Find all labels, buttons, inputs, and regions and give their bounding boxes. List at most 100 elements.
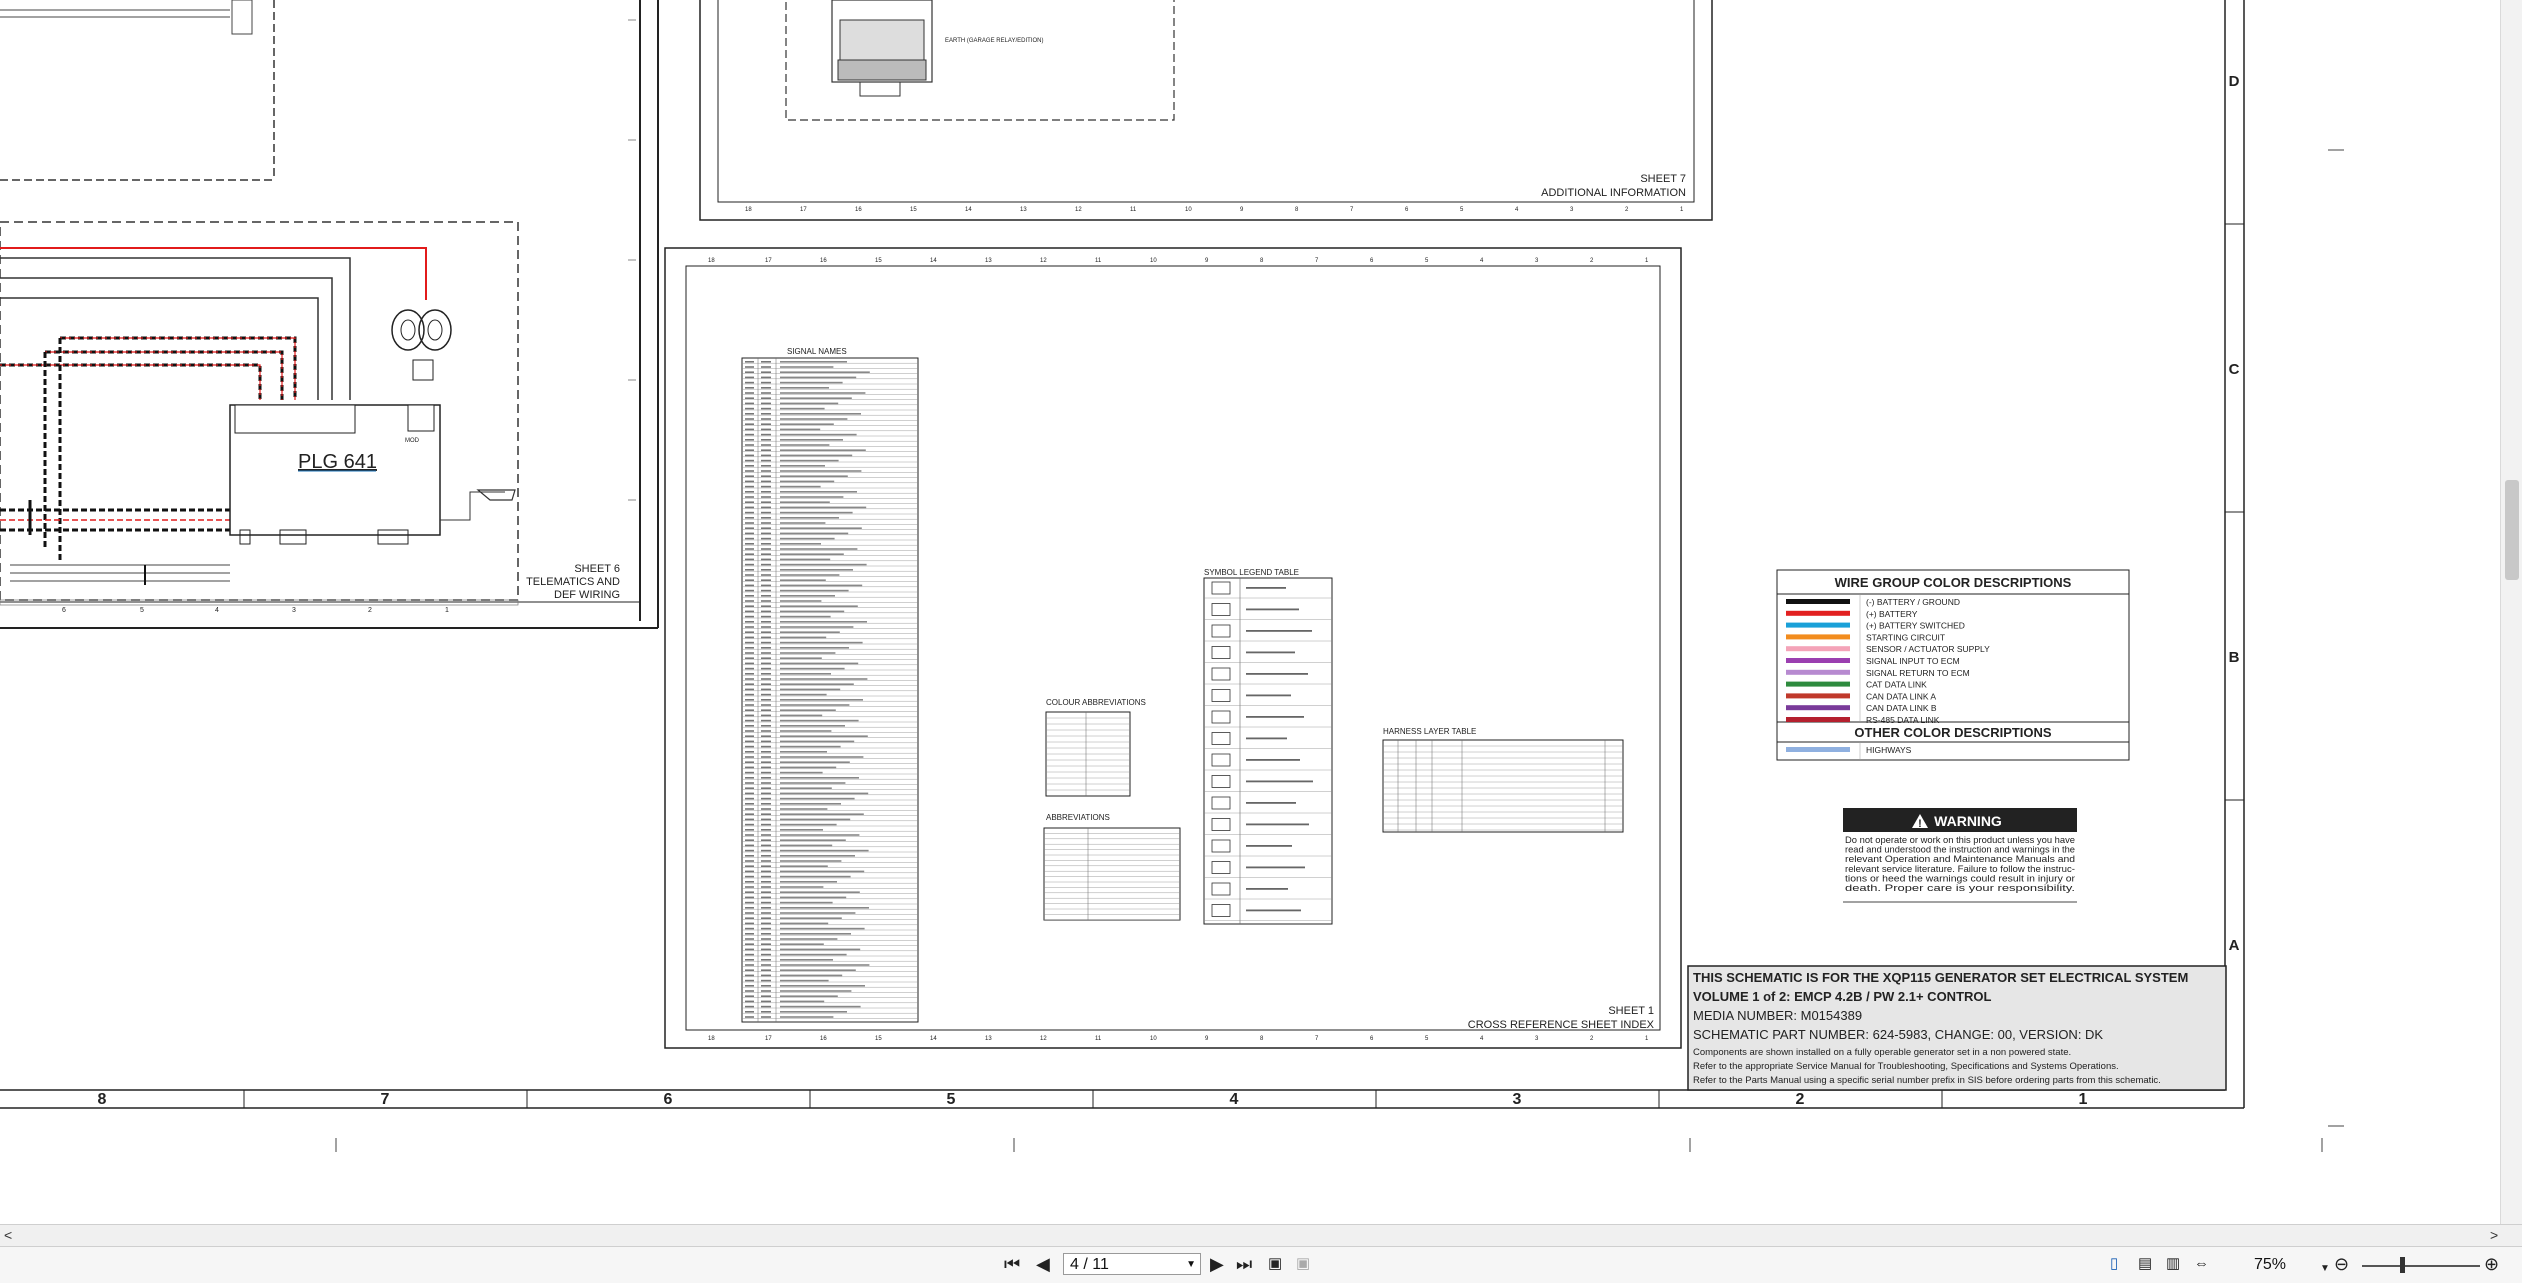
page-number-input[interactable]: 4 / 11 ▼ [1063, 1253, 1201, 1275]
svg-text:1: 1 [1645, 1036, 1649, 1042]
wire-group-title: WIRE GROUP COLOR DESCRIPTIONS [1835, 575, 2072, 590]
grid-column-label: 1 [2079, 1091, 2088, 1108]
svg-text:!: ! [1918, 818, 1922, 830]
wire-color-swatch [1786, 717, 1850, 722]
svg-text:10: 10 [1185, 207, 1192, 213]
svg-text:14: 14 [930, 1036, 937, 1042]
sheet-7-title: ADDITIONAL INFORMATION [1541, 187, 1686, 199]
vertical-scrollbar[interactable] [2500, 0, 2522, 1224]
zoom-dropdown-icon[interactable]: ▼ [2320, 1259, 2330, 1279]
grid-row-label: A [2229, 937, 2240, 954]
scroll-left-button[interactable]: < [4, 1227, 12, 1243]
wire-color-swatch [1786, 646, 1850, 652]
wire-color-label: SIGNAL INPUT TO ECM [1866, 656, 1960, 666]
scroll-right-button[interactable]: > [2490, 1227, 2498, 1243]
grid-row-label: C [2229, 361, 2240, 378]
svg-text:16: 16 [855, 207, 862, 213]
svg-text:9: 9 [1205, 1036, 1209, 1042]
plg-small-label: MOD [405, 438, 420, 444]
zoom-slider-thumb[interactable] [2400, 1257, 2405, 1273]
svg-text:2: 2 [368, 607, 372, 614]
first-page-button[interactable]: ⏮ [1004, 1254, 1020, 1274]
svg-text:3: 3 [1535, 1036, 1539, 1042]
wire-color-swatch [1786, 610, 1850, 616]
wire-color-swatch [1786, 705, 1850, 711]
horizontal-scrollbar[interactable]: < > [0, 1224, 2522, 1248]
warning-text-line: death. Proper care is your responsibilit… [1845, 883, 2075, 893]
svg-text:3: 3 [292, 607, 296, 614]
abbreviations-title: ABBREVIATIONS [1046, 813, 1110, 822]
plg-641-link[interactable]: PLG 641 [298, 451, 377, 473]
svg-text:3: 3 [1570, 207, 1574, 213]
other-color-label: HIGHWAYS [1866, 745, 1912, 755]
warning-text-line: read and understood the instruction and … [1845, 845, 2075, 855]
svg-text:8: 8 [1295, 207, 1299, 213]
title-line3: MEDIA NUMBER: M0154389 [1693, 1008, 1862, 1023]
wire-color-label: STARTING CIRCUIT [1866, 632, 1945, 642]
sheet-6-number: SHEET 6 [574, 563, 620, 575]
grid-row-label: B [2229, 649, 2240, 666]
svg-text:2: 2 [1590, 258, 1594, 264]
sheet-6-title-line1: TELEMATICS AND [526, 576, 620, 588]
zoom-slider[interactable] [2362, 1265, 2480, 1267]
sheet-1-panel: 18 17 16 15 14 13 12 11 10 987 654 321 18 17 16 … [664, 247, 1682, 1049]
svg-text:17: 17 [800, 207, 807, 213]
svg-text:10: 10 [1150, 1036, 1157, 1042]
svg-text:6: 6 [1405, 207, 1409, 213]
svg-text:15: 15 [875, 258, 882, 264]
title-note2: Refer to the appropriate Service Manual … [1693, 1061, 2119, 1072]
title-line1: THIS SCHEMATIC IS FOR THE XQP115 GENERAT… [1693, 970, 2188, 985]
chevron-down-icon[interactable]: ▼ [1186, 1254, 1196, 1276]
zoom-out-icon[interactable]: ⊖ [2334, 1254, 2349, 1274]
symbol-legend-table [1203, 577, 1333, 925]
zoom-level[interactable]: 75% [2254, 1256, 2286, 1274]
continuous-icon[interactable]: ▣ [1296, 1254, 1310, 1274]
svg-text:3: 3 [1535, 258, 1539, 264]
symbol-legend-title: SYMBOL LEGEND TABLE [1204, 568, 1299, 577]
svg-text:17: 17 [765, 258, 772, 264]
grid-row-label: D [2229, 73, 2240, 90]
continuous-view-icon[interactable]: ▤ [2138, 1254, 2152, 1274]
wire-color-label: CAN DATA LINK B [1866, 703, 1937, 713]
wire-color-swatch [1786, 622, 1850, 628]
sheet-1-number: SHEET 1 [1608, 1005, 1654, 1017]
wire-color-swatch [1786, 681, 1850, 687]
wire-color-swatch [1786, 599, 1850, 604]
svg-text:9: 9 [1240, 207, 1244, 213]
svg-text:8: 8 [1260, 1036, 1264, 1042]
svg-text:6: 6 [1370, 258, 1374, 264]
schematic-canvas: MOD 6 5 4 3 2 1 EARTH (GARAGE RELAY/EDITION)… [0, 0, 2344, 1152]
single-page-view-icon[interactable]: ▯ [2110, 1254, 2118, 1274]
grid-column-label: 5 [947, 1091, 956, 1108]
grid-column-label: 2 [1796, 1091, 1805, 1108]
harness-layer-title: HARNESS LAYER TABLE [1383, 727, 1476, 736]
svg-text:8: 8 [1260, 258, 1264, 264]
warning-title: WARNING [1934, 813, 2002, 829]
svg-text:4: 4 [1480, 1036, 1484, 1042]
wire-color-label: SIGNAL RETURN TO ECM [1866, 668, 1970, 678]
abbreviations-table [1043, 827, 1181, 921]
facing-view-icon[interactable]: ▥ [2166, 1254, 2180, 1274]
svg-text:14: 14 [930, 258, 937, 264]
fit-width-icon[interactable]: ⇔ [2194, 1254, 2209, 1274]
svg-text:5: 5 [1460, 207, 1464, 213]
svg-text:EARTH (GARAGE RELAY/EDITION): EARTH (GARAGE RELAY/EDITION) [945, 38, 1043, 44]
vertical-scroll-thumb[interactable] [2505, 480, 2519, 580]
zoom-in-icon[interactable]: ⊕ [2484, 1254, 2499, 1274]
svg-text:14: 14 [965, 207, 972, 213]
svg-text:13: 13 [985, 1036, 992, 1042]
svg-text:17: 17 [765, 1036, 772, 1042]
svg-text:2: 2 [1590, 1036, 1594, 1042]
two-page-icon[interactable]: ▣ [1268, 1254, 1282, 1274]
svg-text:2: 2 [1625, 207, 1629, 213]
prev-page-button[interactable]: ◀ [1036, 1254, 1050, 1274]
svg-text:15: 15 [875, 1036, 882, 1042]
sheet-6-panel: MOD 6 5 4 3 2 1 [0, 0, 659, 629]
last-page-button[interactable]: ⏭ [1236, 1254, 1252, 1274]
grid-column-label: 8 [98, 1091, 107, 1108]
svg-text:6: 6 [1370, 1036, 1374, 1042]
signal-names-title: SIGNAL NAMES [787, 347, 847, 356]
next-page-button[interactable]: ▶ [1210, 1254, 1224, 1274]
svg-text:5: 5 [1425, 258, 1429, 264]
svg-text:12: 12 [1075, 207, 1082, 213]
